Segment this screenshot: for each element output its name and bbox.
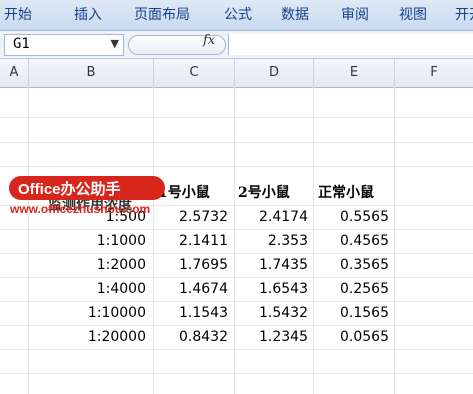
name-box[interactable]: G1 ▼	[4, 34, 124, 56]
chevron-down-icon[interactable]: ▼	[111, 37, 119, 50]
cell-mouse-1[interactable]: 0.8432	[154, 326, 228, 348]
watermark-brand: Office办公助手	[18, 181, 121, 198]
ribbon-tab-bar: 开始 插入 页面布局 公式 数据 审阅 视图 开开	[0, 0, 473, 31]
tab-review[interactable]: 审阅	[341, 0, 369, 30]
tab-developer[interactable]: 开开	[455, 0, 473, 30]
tab-insert[interactable]: 插入	[74, 0, 102, 30]
header-cell-mouse-1[interactable]: 1号小鼠	[158, 182, 232, 204]
column-header-b[interactable]: B	[29, 59, 154, 88]
cell-mouse-1[interactable]: 1.1543	[154, 302, 228, 324]
cell-normal-mouse[interactable]: 0.1565	[314, 302, 389, 324]
column-header-a[interactable]: A	[0, 59, 29, 88]
cell-dilution[interactable]: 1:1000	[30, 230, 146, 252]
tab-formulas[interactable]: 公式	[224, 0, 252, 30]
watermark-url: www.officezhushou.com	[10, 202, 151, 216]
formula-input[interactable]	[228, 34, 473, 55]
tab-home[interactable]: 开始	[4, 0, 32, 30]
tab-data[interactable]: 数据	[281, 0, 309, 30]
cell-mouse-1[interactable]: 2.1411	[154, 230, 228, 252]
cell-mouse-2[interactable]: 2.353	[235, 230, 308, 252]
header-cell-normal-mouse[interactable]: 正常小鼠	[318, 182, 394, 204]
column-header-d[interactable]: D	[235, 59, 314, 88]
cell-mouse-2[interactable]: 1.5432	[235, 302, 308, 324]
cell-mouse-2[interactable]: 1.6543	[235, 278, 308, 300]
tab-page-layout[interactable]: 页面布局	[134, 0, 190, 30]
cell-mouse-2[interactable]: 2.4174	[235, 206, 308, 228]
cell-normal-mouse[interactable]: 0.5565	[314, 206, 389, 228]
header-cell-mouse-2[interactable]: 2号小鼠	[238, 182, 312, 204]
name-box-value: G1	[13, 36, 30, 52]
cell-mouse-2[interactable]: 1.2345	[235, 326, 308, 348]
column-header-c[interactable]: C	[154, 59, 235, 88]
tab-view[interactable]: 视图	[399, 0, 427, 30]
cell-normal-mouse[interactable]: 0.4565	[314, 230, 389, 252]
column-header-f[interactable]: F	[395, 59, 473, 88]
cell-mouse-1[interactable]: 2.5732	[154, 206, 228, 228]
insert-function-icon[interactable]: fx	[203, 33, 215, 48]
cell-dilution[interactable]: 1:4000	[30, 278, 146, 300]
cell-dilution[interactable]: 1:2000	[30, 254, 146, 276]
formula-bar: G1 ▼ fx	[0, 31, 473, 59]
cell-normal-mouse[interactable]: 0.0565	[314, 326, 389, 348]
cell-dilution[interactable]: 1:10000	[30, 302, 146, 324]
cell-normal-mouse[interactable]: 0.3565	[314, 254, 389, 276]
cell-dilution[interactable]: 1:20000	[30, 326, 146, 348]
column-header-e[interactable]: E	[314, 59, 395, 88]
cell-mouse-2[interactable]: 1.7435	[235, 254, 308, 276]
cell-mouse-1[interactable]: 1.7695	[154, 254, 228, 276]
cell-mouse-1[interactable]: 1.4674	[154, 278, 228, 300]
cell-normal-mouse[interactable]: 0.2565	[314, 278, 389, 300]
